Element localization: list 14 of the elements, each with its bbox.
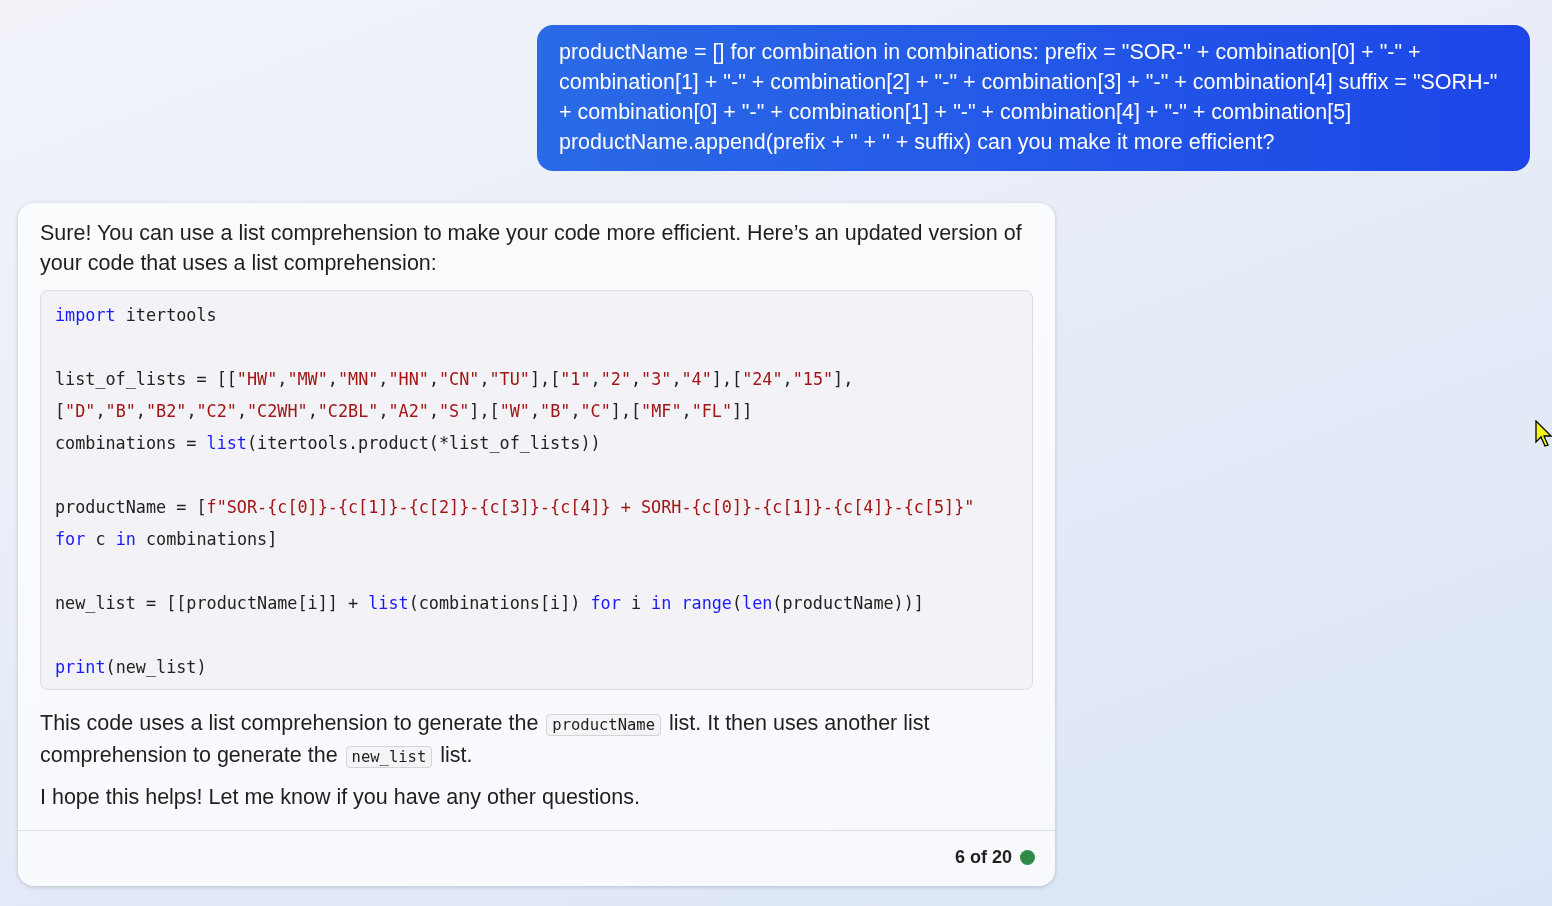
response-text: I hope this helps! Let me know if you have any other questions. <box>40 784 641 811</box>
code-line: list_of_lists = [["HW","MW","MN","HN","CN","TU"],["1","2","3","4"],["24","15"], <box>55 368 855 391</box>
code-line: productName = [f"SOR-{c[0]}-{c[1]}-{c[2]}-{c[3]}-{c[4]} + SORH-{c[0]}-{c[1]}-{c[4]}-{c[5]}" <box>55 496 976 519</box>
code-line: print(new_list) <box>55 656 208 679</box>
response-text: This code uses a list comprehension to generate the productName list. It then uses another list comprehension to generate the new_list list. <box>40 710 931 770</box>
code-line: for c in combinations] <box>55 528 279 551</box>
code-line: ["D","B","B2","C2","C2WH","C2BL","A2","S"],["W","B","C"],["MF","FL"]] <box>55 400 754 423</box>
user-message: productName = [] for combination in combinations: prefix = "SOR-" + combination[0] + "-" + combination[1] + "-" + combination[2] + "-" + combination[3] + "-" + combination[4] suffix = "SORH-" + combination[0] + "-" + combination[1] + "-" + combination[4] + "-" + combination[5] productName.append(prefix + " + " + suffix) can you make it more efficient? <box>537 25 1530 171</box>
code-line: new_list = [[productName[i]] + list(combinations[i]) for i in range(len(productName))] <box>55 592 925 615</box>
code-line: import itertools <box>55 304 218 327</box>
code-line: combinations = list(itertools.product(*list_of_lists)) <box>55 432 602 455</box>
response-counter: 6 of 20 <box>954 847 1012 868</box>
mouse-pointer-icon <box>1535 420 1552 448</box>
response-text: Sure! You can use a list comprehension to make your code more efficient. Here’s an updated version of your code that uses a list comprehension: <box>40 220 1023 277</box>
